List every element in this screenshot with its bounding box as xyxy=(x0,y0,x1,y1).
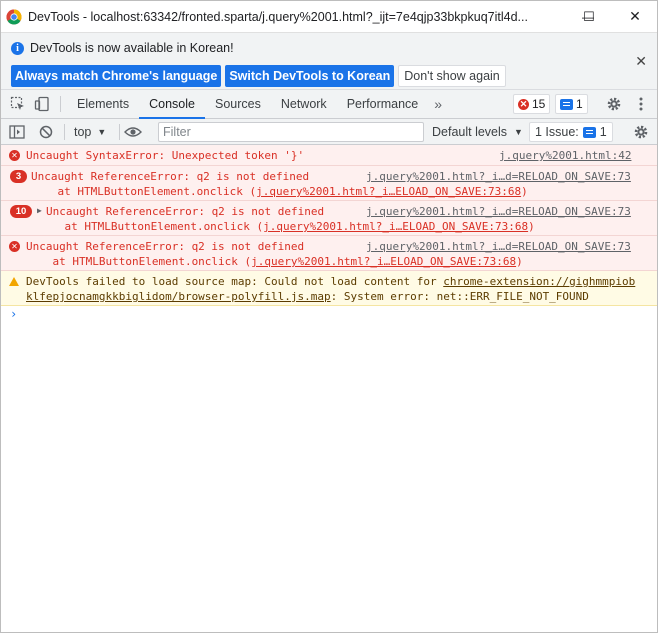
stack-trace-suffix: ) xyxy=(528,220,535,233)
always-match-language-button[interactable]: Always match Chrome's language xyxy=(11,65,222,87)
infobar-message: DevTools is now available in Korean! xyxy=(30,41,234,55)
console-error-message: 10 ▶ Uncaught ReferenceError: q2 is not … xyxy=(1,201,657,236)
issue-message-icon xyxy=(560,98,573,110)
infobar-buttons: Always match Chrome's language Switch De… xyxy=(11,65,506,87)
expand-triangle-icon[interactable]: ▶ xyxy=(37,206,42,215)
warning-text-suffix: : System error: net::ERR_FILE_NOT_FOUND xyxy=(330,290,589,303)
live-expression-eye-icon[interactable] xyxy=(124,119,142,144)
language-infobar: i DevTools is now available in Korean! A… xyxy=(1,32,657,90)
context-selector-value: top xyxy=(74,124,92,139)
dont-show-again-button[interactable]: Don't show again xyxy=(398,65,506,87)
clear-console-icon[interactable] xyxy=(39,119,53,144)
console-settings-gear-icon[interactable] xyxy=(633,119,649,144)
error-count-badge[interactable]: ✕ 15 xyxy=(513,94,551,114)
source-map-link-continued[interactable]: klfepjocnamgkkbiglidom/browser-polyfill.… xyxy=(26,290,331,303)
context-selector[interactable]: top ▼ xyxy=(74,119,106,144)
more-options-icon[interactable] xyxy=(629,90,653,118)
stack-trace-suffix: ) xyxy=(521,185,528,198)
error-text: Uncaught SyntaxError: Unexpected token '… xyxy=(26,149,305,162)
console-toolbar: top ▼ Filter Default levels ▼ 1 Issue: 1 xyxy=(1,119,657,145)
repeat-count-badge: 3 xyxy=(10,170,27,183)
source-link[interactable]: j.query%2001.html?_i…d=RELOAD_ON_SAVE:73 xyxy=(366,240,631,253)
warning-text-line-1: DevTools failed to load source map: Coul… xyxy=(26,275,635,288)
repeat-count-badge: 10 xyxy=(10,205,32,218)
error-icon: ✕ xyxy=(9,150,20,161)
error-text: Uncaught ReferenceError: q2 is not defin… xyxy=(26,240,305,253)
tab-network[interactable]: Network xyxy=(271,90,337,118)
log-levels-dropdown[interactable]: Default levels ▼ xyxy=(432,119,523,144)
console-error-message: ✕ Uncaught SyntaxError: Unexpected token… xyxy=(1,145,657,166)
stack-trace-link[interactable]: j.query%2001.html?_i…ELOAD_ON_SAVE:73:68 xyxy=(251,255,516,268)
issue-count-badge[interactable]: 1 xyxy=(555,94,588,114)
issues-label: 1 Issue: xyxy=(535,125,579,139)
log-levels-label: Default levels xyxy=(432,124,508,139)
settings-gear-icon[interactable] xyxy=(602,90,626,118)
inspect-element-icon[interactable] xyxy=(6,90,30,118)
warning-text-line-2: klfepjocnamgkkbiglidom/browser-polyfill.… xyxy=(26,290,589,303)
more-tabs-icon[interactable]: » xyxy=(428,96,448,112)
chrome-logo-icon xyxy=(6,8,22,25)
window-title: DevTools - localhost:63342/fronted.spart… xyxy=(28,9,528,24)
stack-trace-prefix: at HTMLButtonElement.onclick ( xyxy=(26,255,252,268)
tab-elements[interactable]: Elements xyxy=(67,90,139,118)
source-link[interactable]: j.query%2001.html?_i…d=RELOAD_ON_SAVE:73 xyxy=(366,205,631,218)
source-map-link[interactable]: chrome-extension://gighmmpiob xyxy=(443,275,635,288)
error-count: 15 xyxy=(532,97,546,111)
info-icon: i xyxy=(11,41,24,55)
error-icon: ✕ xyxy=(9,241,20,252)
devtools-window: DevTools - localhost:63342/fronted.spart… xyxy=(0,0,658,633)
error-text: Uncaught ReferenceError: q2 is not defin… xyxy=(46,205,325,218)
console-prompt-icon[interactable]: › xyxy=(10,307,17,321)
stack-trace-prefix: at HTMLButtonElement.onclick ( xyxy=(38,220,264,233)
tab-console[interactable]: Console xyxy=(139,90,205,119)
filter-input[interactable]: Filter xyxy=(158,122,424,142)
issues-count: 1 xyxy=(599,125,607,139)
stack-trace-line: at HTMLButtonElement.onclick (j.query%20… xyxy=(31,185,528,198)
chevron-down-icon: ▼ xyxy=(97,126,107,137)
console-warning-message: DevTools failed to load source map: Coul… xyxy=(1,271,657,306)
stack-trace-link[interactable]: j.query%2001.html?_i…ELOAD_ON_SAVE:73:68 xyxy=(263,220,528,233)
tab-performance[interactable]: Performance xyxy=(337,90,429,118)
device-toolbar-icon[interactable] xyxy=(30,90,54,118)
close-window-button[interactable]: ✕ xyxy=(612,1,658,32)
show-sidebar-icon[interactable] xyxy=(9,119,25,144)
stack-trace-line: at HTMLButtonElement.onclick (j.query%20… xyxy=(38,220,535,233)
switch-to-korean-button[interactable]: Switch DevTools to Korean xyxy=(225,65,395,87)
console-messages: ✕ Uncaught SyntaxError: Unexpected token… xyxy=(1,145,657,306)
maximize-button-icon-wrap[interactable]: ☐ xyxy=(566,1,612,32)
devtools-tab-bar: Elements Console Sources Network Perform… xyxy=(1,90,657,119)
infobar-message-row: i DevTools is now available in Korean! xyxy=(11,41,234,55)
title-bar: DevTools - localhost:63342/fronted.spart… xyxy=(1,1,657,32)
warning-text-prefix: DevTools failed to load source map: Coul… xyxy=(26,275,444,288)
tab-separator xyxy=(60,96,61,112)
stack-trace-suffix: ) xyxy=(516,255,523,268)
toolbar-separator xyxy=(119,124,120,140)
source-link[interactable]: j.query%2001.html?_i…d=RELOAD_ON_SAVE:73 xyxy=(366,170,631,183)
infobar-close-icon[interactable]: ✕ xyxy=(635,53,647,70)
toolbar-separator xyxy=(64,124,65,140)
stack-trace-line: at HTMLButtonElement.onclick (j.query%20… xyxy=(26,255,523,268)
console-error-message: 3 Uncaught ReferenceError: q2 is not def… xyxy=(1,166,657,201)
console-error-message: ✕ Uncaught ReferenceError: q2 is not def… xyxy=(1,236,657,271)
stack-trace-prefix: at HTMLButtonElement.onclick ( xyxy=(31,185,257,198)
stack-trace-link[interactable]: j.query%2001.html?_i…ELOAD_ON_SAVE:73:68 xyxy=(256,185,521,198)
maximize-icon: ☐ xyxy=(583,8,595,24)
close-icon: ✕ xyxy=(629,8,641,24)
issue-message-icon xyxy=(582,126,596,138)
error-text: Uncaught ReferenceError: q2 is not defin… xyxy=(31,170,310,183)
chevron-down-icon: ▼ xyxy=(514,126,523,137)
error-icon: ✕ xyxy=(518,98,529,110)
source-link[interactable]: j.query%2001.html:42 xyxy=(499,149,631,162)
issue-count: 1 xyxy=(576,97,583,111)
issues-button[interactable]: 1 Issue: 1 xyxy=(529,122,613,142)
tab-sources[interactable]: Sources xyxy=(205,90,271,118)
warning-icon xyxy=(9,277,19,286)
